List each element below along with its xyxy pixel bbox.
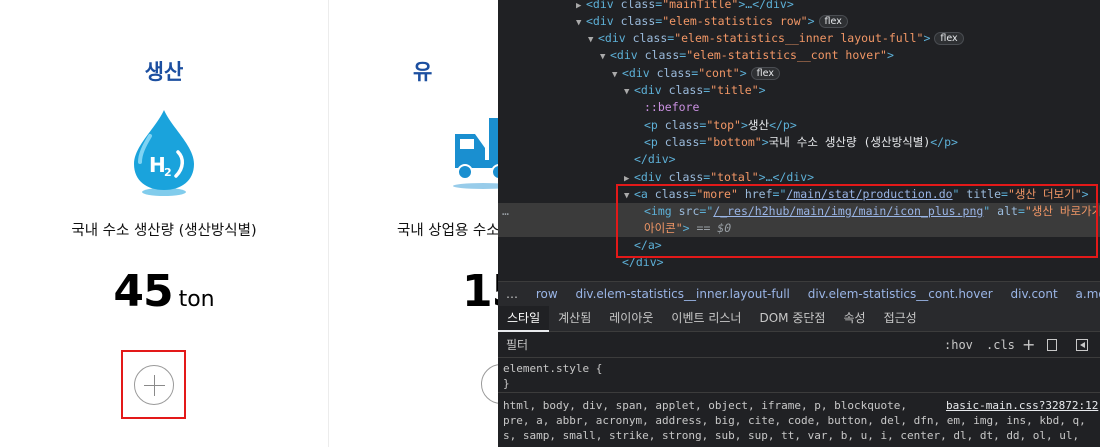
tree-node[interactable]: ▼ <div class="elem-statistics__cont hover… <box>498 47 1100 64</box>
breadcrumb-item[interactable]: row <box>536 287 558 301</box>
tab-computed[interactable]: 계산됨 <box>549 306 600 332</box>
rule-selector-line: pre, a, abbr, acronym, address, big, cit… <box>503 414 1086 427</box>
element-style-rule[interactable]: element.style { <box>503 362 602 375</box>
breadcrumb-item[interactable]: div.cont <box>1011 287 1058 301</box>
rule-source-link[interactable]: basic-main.css?32872:12 <box>946 399 1098 412</box>
tab-styles[interactable]: 스타일 <box>498 306 550 332</box>
tree-node[interactable]: </div> <box>498 151 1100 168</box>
breadcrumb: … row div.elem-statistics__inner.layout-… <box>498 281 1100 306</box>
more-options-icon[interactable]: … <box>502 203 509 220</box>
breadcrumb-overflow[interactable]: … <box>506 287 518 301</box>
breadcrumb-item[interactable]: div.elem-statistics__cont.hover <box>808 287 993 301</box>
card-title: 생산 <box>144 60 184 84</box>
styles-filter-bar: 필터 :hov .cls + <box>498 333 1100 358</box>
tree-node[interactable]: ::before <box>498 99 1100 116</box>
plus-icon <box>134 365 174 405</box>
rule-selector-line: html, body, div, span, applet, object, i… <box>503 399 907 412</box>
statistics-card-production: 생산 H 2 국내 수소 생산량 (생산방식별) 45 ton <box>0 0 329 447</box>
element-style-close: } <box>503 377 510 390</box>
tab-event-listeners[interactable]: 이벤트 리스너 <box>662 306 750 332</box>
new-rule-button[interactable]: + <box>1022 333 1035 357</box>
tree-node[interactable]: <p class="top">생산</p> <box>498 117 1100 134</box>
hov-toggle[interactable]: :hov <box>944 333 973 357</box>
total-value: 45 <box>113 266 173 317</box>
tree-node[interactable]: <p class="bottom">국내 수소 생산량 (생산방식별)</p> <box>498 134 1100 151</box>
cls-toggle[interactable]: .cls <box>986 333 1015 357</box>
total-unit: ton <box>178 287 215 312</box>
tree-node[interactable]: ▼ <div class="title"> <box>498 82 1100 99</box>
paint-icon[interactable] <box>1047 339 1057 351</box>
tab-accessibility[interactable]: 접근성 <box>875 306 926 332</box>
flex-badge[interactable]: flex <box>934 32 964 45</box>
elements-tree[interactable]: ▶ <div class="mainTitle">…</div> ▼ <div cl… <box>498 0 1100 278</box>
h2-droplet-icon: H 2 <box>116 106 212 202</box>
tab-properties[interactable]: 속성 <box>834 306 874 332</box>
toggle-sidebar-icon[interactable] <box>1076 339 1088 351</box>
svg-text:2: 2 <box>164 166 172 179</box>
card-total: 45 ton <box>0 266 328 317</box>
tab-layout[interactable]: 레이아웃 <box>600 306 662 332</box>
more-button-highlighted[interactable] <box>121 350 186 419</box>
styles-tabs: 스타일 계산됨 레이아웃 이벤트 리스너 DOM 중단점 속성 접근성 <box>498 306 1100 332</box>
flex-badge[interactable]: flex <box>750 67 780 80</box>
tree-node[interactable]: ▼ <div class="elem-statistics__inner layo… <box>498 30 1100 47</box>
tree-node[interactable]: ▼ <div class="elem-statistics row"> flex <box>498 13 1100 30</box>
breadcrumb-item[interactable]: div.elem-statistics__inner.layout-full <box>575 287 789 301</box>
devtools-panel: ▶ <div class="mainTitle">…</div> ▼ <div cl… <box>498 0 1100 447</box>
filter-input[interactable]: 필터 <box>506 333 528 357</box>
tree-node[interactable]: ▼ <div class="cont"> flex <box>498 65 1100 82</box>
card-subtitle: 국내 수소 생산량 (생산방식별) <box>71 223 257 239</box>
breadcrumb-item[interactable]: a.more <box>1076 287 1100 301</box>
flex-badge[interactable]: flex <box>818 15 848 28</box>
highlight-box <box>616 184 1098 258</box>
tree-node[interactable]: ▶ <div class="mainTitle">…</div> <box>498 0 1100 13</box>
rule-selector-line: s, samp, small, strike, strong, sub, sup… <box>503 429 1080 442</box>
card-title: 유 <box>413 60 433 84</box>
styles-pane: element.style { } basic-main.css?32872:1… <box>498 358 1100 447</box>
web-page: 생산 H 2 국내 수소 생산량 (생산방식별) 45 ton 유 국내 상업용… <box>0 0 522 447</box>
divider <box>498 392 1100 393</box>
tab-dom-breakpoints[interactable]: DOM 중단점 <box>750 306 834 332</box>
